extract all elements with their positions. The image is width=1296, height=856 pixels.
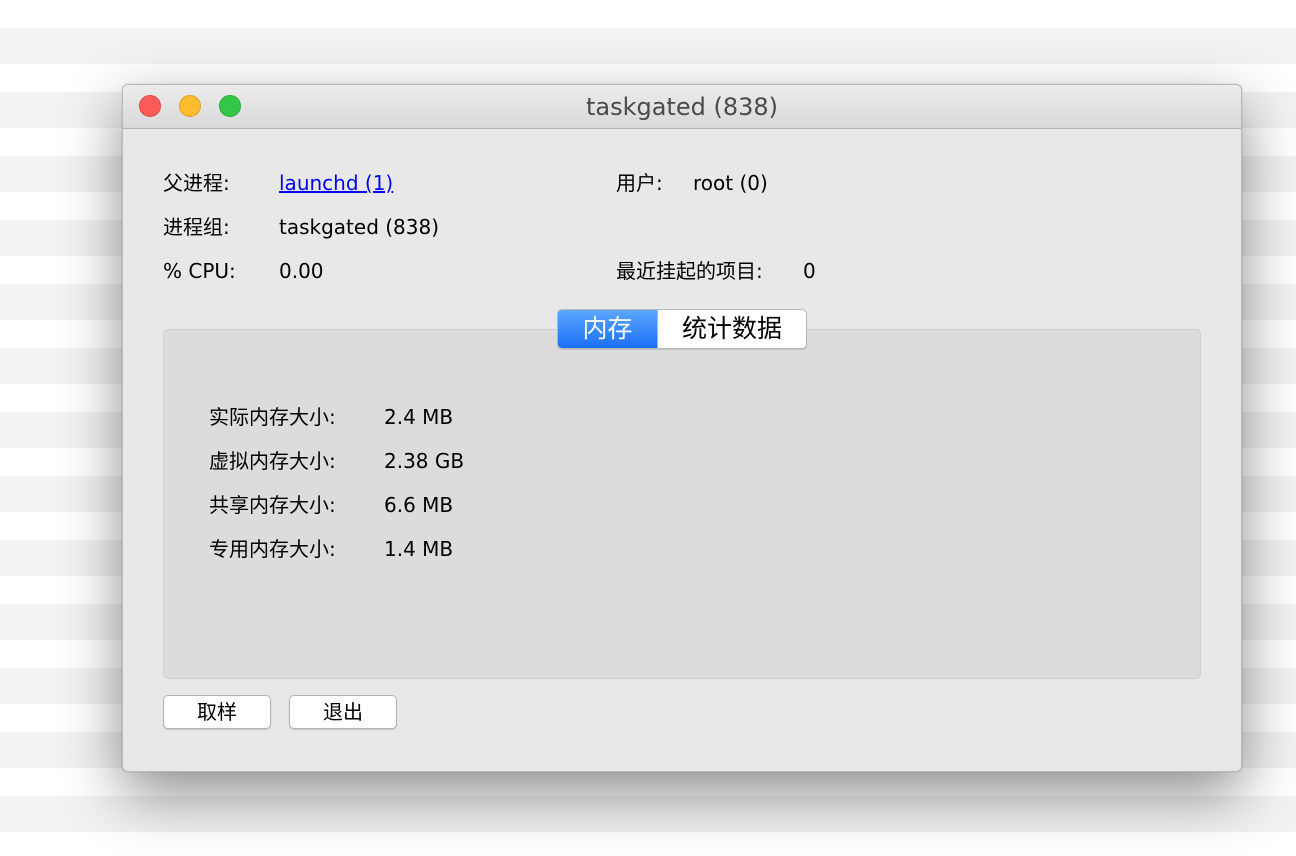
title-bar[interactable]: taskgated (838) xyxy=(123,85,1241,129)
cpu-value: 0.00 xyxy=(279,259,324,283)
user-label: 用户: xyxy=(616,171,663,195)
user-value: root (0) xyxy=(693,171,768,195)
process-group-value: taskgated (838) xyxy=(279,215,440,239)
sample-button[interactable]: 取样 xyxy=(163,695,271,729)
real-memory-value: 2.4 MB xyxy=(384,405,454,429)
shared-memory-label: 共享内存大小: xyxy=(209,493,336,517)
recent-hangs-label: 最近挂起的项目: xyxy=(616,259,763,283)
tab-memory[interactable]: 内存 xyxy=(558,310,657,348)
private-memory-value: 1.4 MB xyxy=(384,537,454,561)
parent-process-link[interactable]: launchd (1) xyxy=(279,171,393,195)
tab-statistics[interactable]: 统计数据 xyxy=(657,310,806,348)
real-memory-label: 实际内存大小: xyxy=(209,405,336,429)
memory-panel: 实际内存大小: 2.4 MB 虚拟内存大小: 2.38 GB 共享内存大小: 6… xyxy=(163,329,1201,679)
process-info-window: taskgated (838) 父进程: launchd (1) 进程组: ta… xyxy=(122,84,1242,772)
virtual-memory-value: 2.38 GB xyxy=(384,449,465,473)
process-group-label: 进程组: xyxy=(163,215,230,239)
tab-segmented-control: 内存 统计数据 xyxy=(557,309,807,349)
cpu-label: % CPU: xyxy=(163,259,236,283)
window-title: taskgated (838) xyxy=(585,93,779,121)
private-memory-label: 专用内存大小: xyxy=(209,537,336,561)
quit-button[interactable]: 退出 xyxy=(289,695,397,729)
virtual-memory-label: 虚拟内存大小: xyxy=(209,449,336,473)
recent-hangs-value: 0 xyxy=(803,259,816,283)
shared-memory-value: 6.6 MB xyxy=(384,493,454,517)
parent-process-label: 父进程: xyxy=(163,171,230,195)
